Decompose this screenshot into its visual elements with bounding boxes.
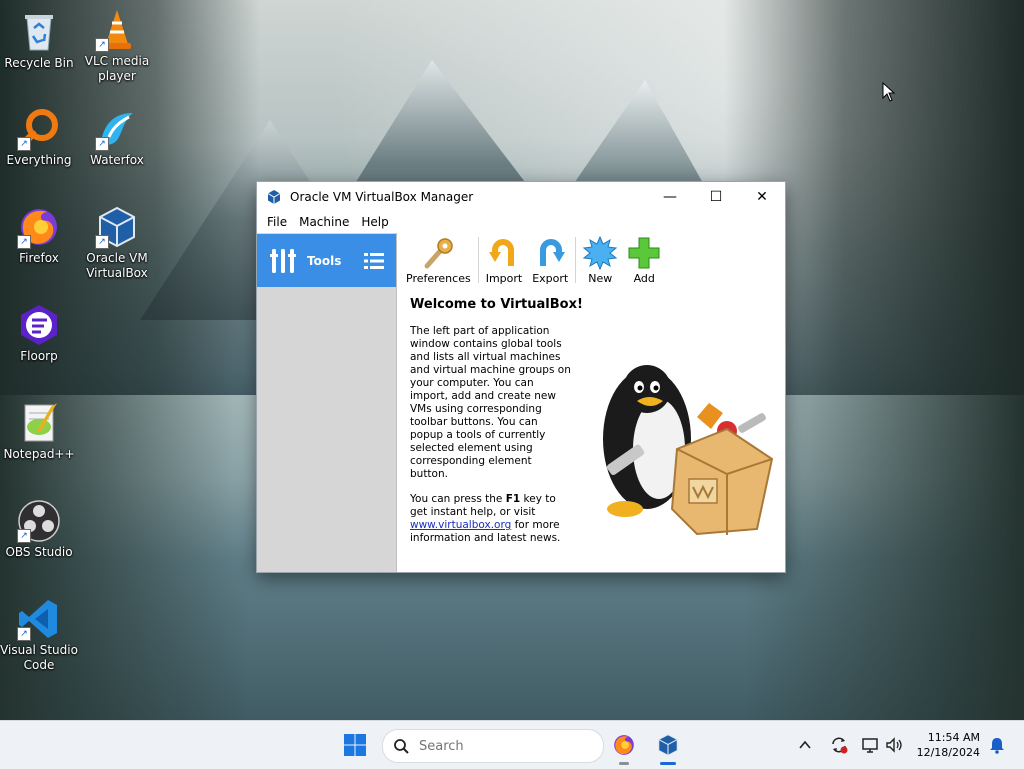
add-button[interactable]: Add bbox=[622, 236, 666, 287]
export-button[interactable]: Export bbox=[527, 236, 573, 287]
toolbar-separator bbox=[477, 237, 479, 283]
desktop-icon-waterfox[interactable]: ↗ Waterfox bbox=[78, 107, 156, 168]
virtualbox-cube-icon: ↗ bbox=[95, 205, 139, 249]
shortcut-arrow-icon: ↗ bbox=[17, 627, 31, 641]
waterfox-icon: ↗ bbox=[95, 107, 139, 151]
mouse-cursor-icon bbox=[882, 82, 896, 102]
notification-bell-icon[interactable] bbox=[988, 736, 1006, 754]
desktop-icon-notepad-plus-plus[interactable]: Notepad++ bbox=[0, 401, 78, 462]
desktop-icon-floorp[interactable]: Floorp bbox=[0, 303, 78, 364]
running-indicator bbox=[619, 762, 629, 765]
clock-date: 12/18/2024 bbox=[916, 746, 980, 759]
taskbar-firefox[interactable] bbox=[608, 729, 640, 765]
firefox-icon bbox=[614, 735, 634, 755]
import-arrow-icon bbox=[488, 239, 514, 266]
recycle-bin-icon bbox=[17, 10, 61, 54]
vlc-cone-icon: ↗ bbox=[95, 8, 139, 52]
firefox-icon: ↗ bbox=[17, 205, 61, 249]
menu-file[interactable]: File bbox=[261, 215, 293, 229]
window-titlebar[interactable]: Oracle VM VirtualBox Manager — ☐ ✕ bbox=[257, 182, 785, 211]
desktop-icon-firefox[interactable]: ↗ Firefox bbox=[0, 205, 78, 266]
active-indicator bbox=[660, 762, 676, 765]
everything-magnifier-icon: ↗ bbox=[17, 107, 61, 151]
new-starburst-icon bbox=[583, 236, 618, 270]
close-button[interactable]: ✕ bbox=[739, 182, 785, 211]
tools-label: Tools bbox=[307, 253, 342, 268]
preferences-button[interactable]: Preferences bbox=[401, 236, 476, 287]
desktop-icon-obs-studio[interactable]: ↗ OBS Studio bbox=[0, 499, 78, 560]
preferences-wrench-icon bbox=[424, 238, 454, 269]
add-plus-icon bbox=[628, 237, 660, 269]
obs-studio-icon: ↗ bbox=[17, 499, 61, 543]
taskbar-clock[interactable]: 11:54 AM 12/18/2024 bbox=[914, 730, 980, 760]
desktop-icon-everything[interactable]: ↗ Everything bbox=[0, 107, 78, 168]
tools-icon bbox=[270, 248, 296, 273]
taskbar-search-box[interactable] bbox=[382, 729, 604, 763]
toolbar-separator bbox=[575, 237, 577, 283]
shortcut-arrow-icon: ↗ bbox=[17, 137, 31, 151]
start-windows-icon[interactable] bbox=[343, 733, 367, 757]
welcome-title: Welcome to VirtualBox! bbox=[410, 297, 583, 312]
floorp-icon bbox=[17, 303, 61, 347]
window-body: Tools Preferences Import Export New Add … bbox=[257, 233, 785, 572]
main-toolbar: Preferences Import Export New Add bbox=[397, 233, 666, 287]
minimize-button[interactable]: — bbox=[647, 182, 693, 211]
taskbar-virtualbox[interactable] bbox=[652, 729, 684, 765]
penguin-toolbox-illustration bbox=[603, 365, 774, 536]
machine-list-pane[interactable]: Tools bbox=[257, 233, 397, 572]
welcome-paragraph: The left part of application window cont… bbox=[410, 325, 571, 480]
welcome-help-paragraph: You can press the F1 key to get instant … bbox=[410, 493, 561, 544]
network-icon[interactable] bbox=[860, 735, 880, 755]
menu-machine[interactable]: Machine bbox=[293, 215, 355, 229]
clock-time: 11:54 AM bbox=[927, 731, 980, 744]
vscode-icon: ↗ bbox=[17, 597, 61, 641]
volume-icon[interactable] bbox=[884, 735, 904, 755]
desktop-icon-vscode[interactable]: ↗ Visual Studio Code bbox=[0, 597, 78, 673]
wallpaper-reflection bbox=[744, 395, 1024, 725]
window-title: Oracle VM VirtualBox Manager bbox=[290, 189, 474, 204]
export-arrow-icon bbox=[540, 239, 566, 266]
import-button[interactable]: Import bbox=[481, 236, 528, 287]
virtualbox-cube-icon bbox=[658, 734, 678, 756]
shortcut-arrow-icon: ↗ bbox=[95, 137, 109, 151]
shortcut-arrow-icon: ↗ bbox=[17, 235, 31, 249]
new-button[interactable]: New bbox=[578, 236, 622, 287]
desktop-icon-recycle-bin[interactable]: Recycle Bin bbox=[0, 10, 78, 71]
maximize-button[interactable]: ☐ bbox=[693, 182, 739, 211]
virtualbox-manager-window[interactable]: Oracle VM VirtualBox Manager — ☐ ✕ File … bbox=[256, 181, 786, 573]
menu-bar: File Machine Help bbox=[257, 211, 785, 233]
chevron-up-icon[interactable] bbox=[798, 738, 812, 752]
search-icon bbox=[394, 739, 409, 754]
virtualbox-website-link[interactable]: www.virtualbox.org bbox=[410, 519, 511, 531]
virtualbox-app-icon bbox=[267, 189, 281, 204]
shortcut-arrow-icon: ↗ bbox=[95, 235, 109, 249]
notepad-plus-plus-icon bbox=[17, 401, 61, 445]
taskbar-search-input[interactable] bbox=[417, 737, 591, 755]
tools-menu-icon[interactable] bbox=[362, 249, 386, 273]
desktop-icon-virtualbox[interactable]: ↗ Oracle VM VirtualBox bbox=[78, 205, 156, 281]
tools-content-pane: Preferences Import Export New Add Welcom… bbox=[397, 233, 785, 572]
sync-update-icon[interactable] bbox=[829, 735, 849, 755]
shortcut-arrow-icon: ↗ bbox=[95, 38, 109, 52]
desktop-icon-vlc[interactable]: ↗ VLC media player bbox=[78, 8, 156, 84]
menu-help[interactable]: Help bbox=[355, 215, 394, 229]
shortcut-arrow-icon: ↗ bbox=[17, 529, 31, 543]
tools-item[interactable]: Tools bbox=[257, 234, 396, 287]
welcome-text: The left part of application window cont… bbox=[410, 325, 572, 557]
taskbar: 11:54 AM 12/18/2024 bbox=[0, 720, 1024, 769]
